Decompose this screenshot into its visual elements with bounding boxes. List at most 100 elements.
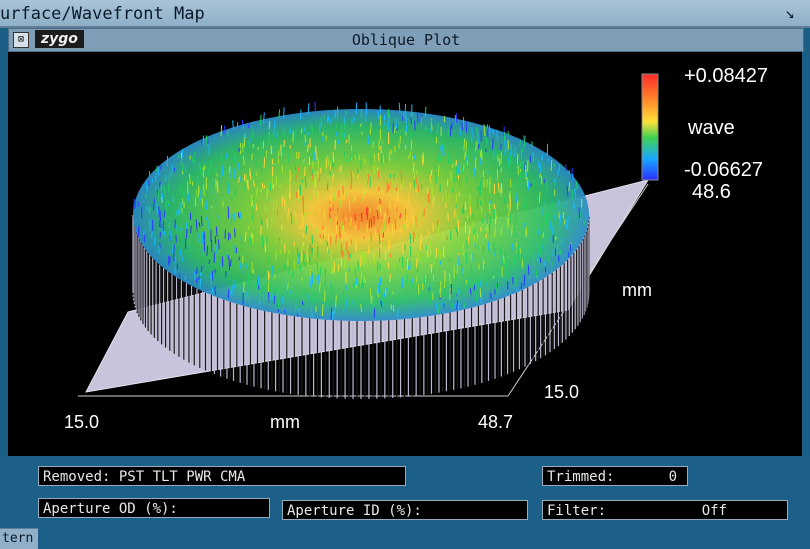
surface-spike [319, 282, 320, 292]
surface-spike [234, 213, 235, 221]
plot-title: Oblique Plot [9, 31, 803, 49]
surface-spike [477, 127, 478, 134]
surface-spike [388, 227, 389, 235]
surface-spike [303, 207, 304, 215]
surface-spike [536, 270, 537, 278]
surface-spike [567, 186, 568, 197]
menu-corner-icon[interactable]: ↘ [780, 4, 800, 22]
bottom-tab[interactable]: tern [0, 528, 38, 549]
surface-spike [234, 229, 235, 238]
surface-spike [541, 218, 542, 223]
surface-spike [559, 213, 560, 220]
surface-spike [300, 185, 301, 195]
surface-spike [548, 159, 549, 162]
surface-spike [295, 212, 296, 217]
surface-spike [262, 183, 263, 189]
surface-spike [489, 202, 490, 213]
filter-value: Off [702, 501, 727, 521]
surface-spike [431, 170, 432, 176]
filter-field[interactable]: Filter: Off [542, 500, 788, 520]
surface-spike [447, 193, 448, 201]
surface-spike [353, 150, 354, 160]
oblique-plot-svg: +0.08427 wave -0.06627 48.6 mm 15.0 15.0… [8, 52, 802, 456]
surface-spike [284, 198, 285, 202]
surface-spike [481, 149, 482, 160]
surface-spike [445, 148, 446, 156]
surface-spike [429, 291, 430, 296]
surface-spike [462, 166, 463, 174]
surface-spike [180, 228, 181, 231]
surface-spike [480, 280, 481, 286]
surface-spike [412, 279, 413, 284]
aperture-id-field[interactable]: Aperture ID (%): [282, 500, 528, 520]
surface-spike [450, 273, 451, 284]
surface-spike [138, 226, 139, 237]
surface-spike [417, 170, 418, 175]
surface-spike [294, 242, 295, 246]
oblique-plot-area[interactable]: +0.08427 wave -0.06627 48.6 mm 15.0 15.0… [8, 52, 802, 456]
surface-spike [379, 187, 380, 191]
surface-spike [200, 163, 201, 174]
surface-spike [180, 186, 181, 191]
surface-spike [405, 145, 406, 150]
surface-spike [327, 116, 328, 123]
surface-spike [429, 280, 430, 289]
surface-spike [169, 175, 170, 181]
surface-spike [413, 163, 414, 172]
y-min-label: 15.0 [544, 382, 579, 402]
surface-spike [447, 180, 448, 186]
colorbar-min-label: -0.06627 [684, 159, 763, 181]
surface-spike [563, 212, 564, 219]
surface-spike [196, 219, 197, 229]
surface-spike [482, 152, 483, 156]
surface-spike [512, 244, 513, 252]
surface-spike [392, 181, 393, 186]
surface-spike [436, 247, 437, 257]
surface-spike [166, 175, 167, 182]
surface-spike [436, 165, 437, 170]
surface-spike [493, 151, 494, 160]
surface-spike [211, 161, 212, 170]
surface-spike [521, 260, 522, 271]
surface-spike [462, 138, 463, 141]
surface-spike [337, 221, 338, 224]
surface-spike [370, 208, 371, 214]
surface-spike [318, 170, 319, 177]
x-max-label: 48.7 [478, 412, 513, 432]
surface-spike [164, 186, 165, 198]
surface-spike [503, 262, 504, 268]
surface-spike [472, 128, 473, 135]
surface-spike [281, 145, 282, 157]
surface-spike [361, 123, 362, 127]
surface-spike [247, 292, 248, 298]
surface-spike [293, 271, 294, 278]
surface-spike [390, 238, 391, 249]
surface-spike [253, 215, 254, 224]
surface-spike [161, 184, 162, 189]
surface-spike [318, 275, 319, 285]
filter-label: Filter: [547, 503, 606, 519]
surface-spike [334, 262, 335, 273]
aperture-od-field[interactable]: Aperture OD (%): [38, 498, 270, 518]
surface-spike [427, 245, 428, 257]
surface-spike [541, 175, 542, 184]
surface-spike [299, 253, 300, 264]
status-panel: Removed: PST TLT PWR CMA Trimmed: 0 Aper… [0, 456, 810, 548]
surface-spike [331, 308, 332, 320]
surface-spike [454, 266, 455, 274]
surface-spike [406, 125, 407, 133]
surface-spike [406, 113, 407, 119]
surface-spike [344, 123, 345, 130]
surface-spike [232, 286, 233, 296]
surface-spike [364, 254, 365, 265]
surface-spike [235, 189, 236, 195]
surface-spike [241, 177, 242, 183]
trimmed-value: 0 [669, 467, 677, 487]
surface-spike [276, 177, 277, 186]
surface-spike [353, 283, 354, 287]
surface-spike [228, 289, 229, 298]
surface-spike [523, 201, 524, 206]
surface-spike [459, 255, 460, 265]
surface-spike [211, 275, 212, 285]
surface-spike [300, 225, 301, 231]
